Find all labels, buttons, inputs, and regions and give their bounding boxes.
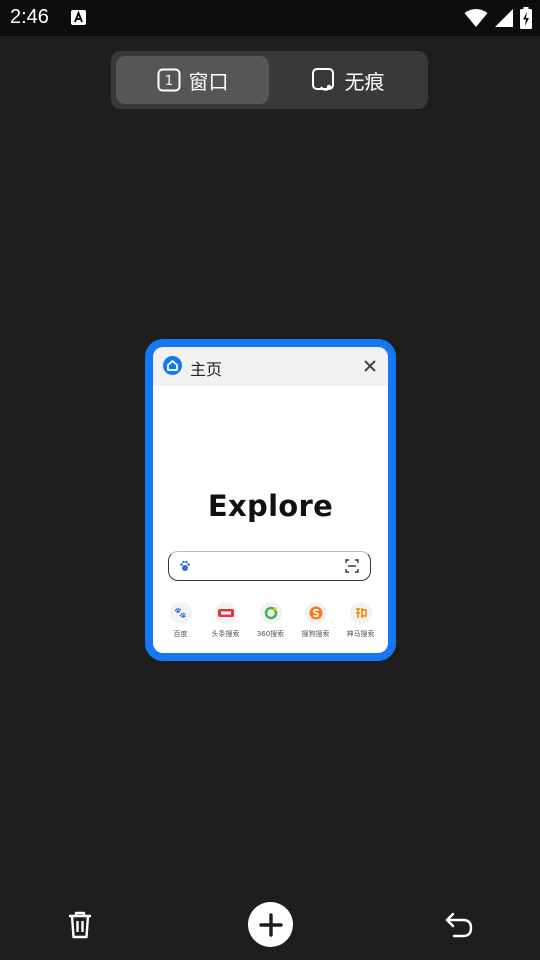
status-bar: 2:46 bbox=[0, 0, 540, 36]
tab-windows-label: 窗口 bbox=[188, 69, 229, 94]
undo-icon[interactable] bbox=[444, 910, 474, 940]
tab-incognito[interactable]: 无痕 bbox=[271, 56, 424, 104]
shortcut-label: 头条搜索 bbox=[211, 630, 240, 638]
window-count: 1 bbox=[164, 74, 172, 89]
shortcut-label: 搜狗搜索 bbox=[301, 630, 330, 638]
home-icon bbox=[163, 356, 182, 375]
status-time: 2:46 bbox=[10, 6, 49, 28]
tab-incognito-label: 无痕 bbox=[344, 69, 385, 94]
battery-charging-icon bbox=[520, 7, 532, 29]
preview-search-box bbox=[168, 551, 371, 581]
wifi-icon bbox=[464, 9, 488, 27]
tab-windows[interactable]: 1 窗口 bbox=[116, 56, 269, 104]
sogou-icon bbox=[304, 602, 327, 624]
add-tab-button[interactable] bbox=[248, 902, 293, 947]
scan-icon bbox=[345, 559, 359, 573]
explore-logo: Explore bbox=[207, 489, 334, 523]
font-a-icon bbox=[71, 10, 86, 25]
status-icons bbox=[464, 7, 532, 29]
baidu-paw-icon: 🐾 bbox=[169, 602, 192, 624]
trash-icon[interactable] bbox=[66, 910, 94, 940]
incognito-icon bbox=[311, 68, 334, 91]
shortcut-list: 🐾 百度 头条搜索 360搜索 搜狗搜索 神马搜索 bbox=[159, 602, 382, 639]
add-tab-icon bbox=[258, 912, 283, 937]
shortcut-item: 头条搜索 bbox=[204, 602, 247, 639]
toutiao-icon bbox=[214, 602, 237, 624]
bottom-toolbar bbox=[0, 880, 540, 960]
shortcut-item: 神马搜索 bbox=[339, 602, 382, 639]
close-tab-icon[interactable] bbox=[362, 358, 378, 374]
shortcut-label: 百度 bbox=[173, 630, 188, 638]
window-count-icon: 1 bbox=[157, 68, 180, 92]
tab-mode-switcher: 1 窗口 无痕 bbox=[111, 51, 428, 109]
shortcut-item: 360搜索 bbox=[249, 602, 292, 639]
shortcut-label: 360搜索 bbox=[256, 630, 285, 638]
shenma-icon bbox=[349, 602, 372, 624]
baidu-paw-icon bbox=[180, 560, 190, 571]
shortcut-item: 搜狗搜索 bbox=[294, 602, 337, 639]
signal-icon bbox=[495, 9, 513, 27]
shortcut-item: 🐾 百度 bbox=[159, 602, 202, 639]
tab-card-header: 主页 bbox=[153, 347, 388, 386]
tab-card-title: 主页 bbox=[190, 360, 223, 379]
tab-card-preview: Explore 🐾 百度 头条搜索 360搜索 搜狗搜索 神马搜索 bbox=[153, 386, 388, 653]
so360-icon bbox=[259, 602, 282, 624]
shortcut-label: 神马搜索 bbox=[346, 630, 375, 638]
tab-card[interactable]: 主页 Explore 🐾 百度 头条搜索 360搜索 搜狗搜索 神马搜索 bbox=[145, 339, 396, 661]
